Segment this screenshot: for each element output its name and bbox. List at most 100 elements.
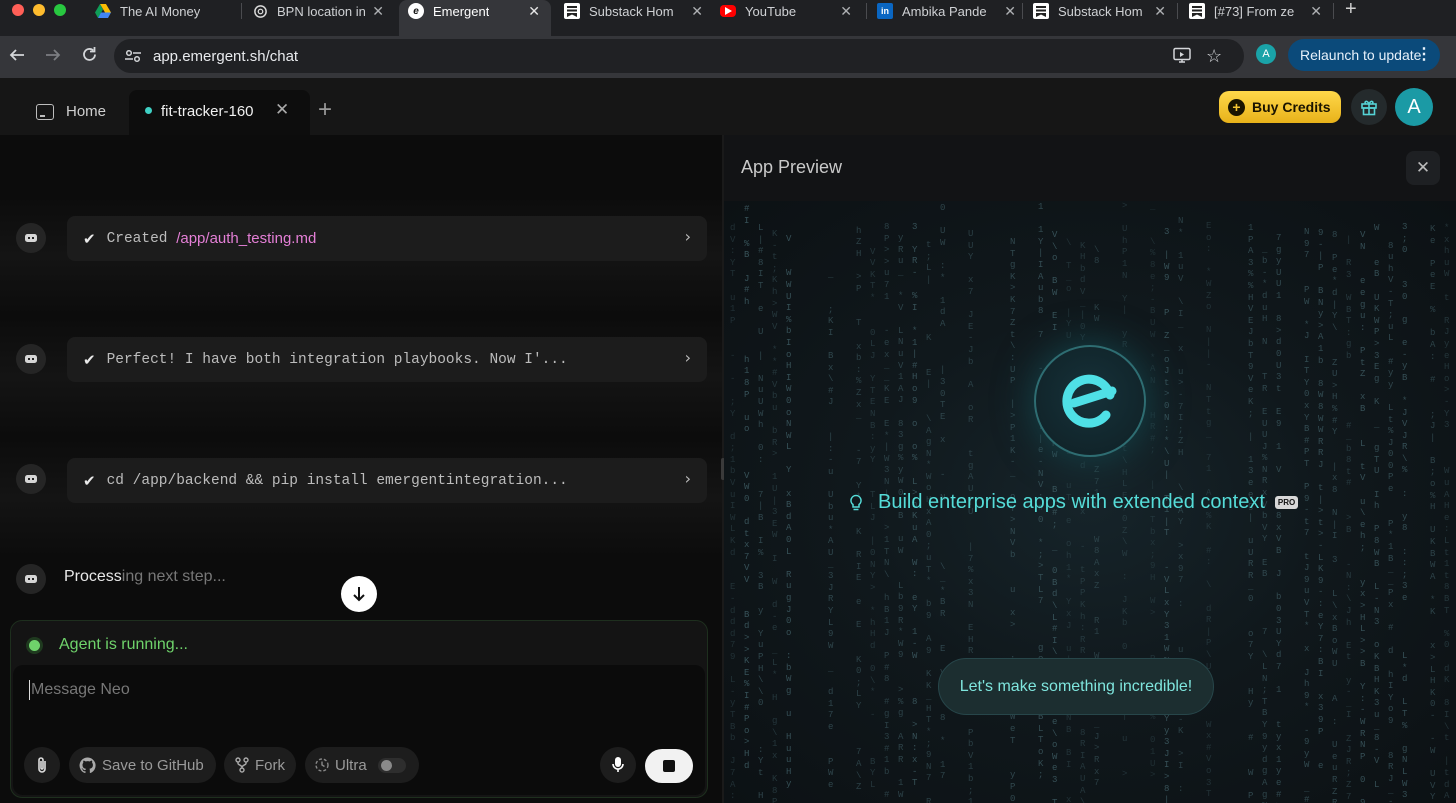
pro-badge: PRO xyxy=(1274,496,1299,509)
ultra-toggle[interactable]: Ultra xyxy=(305,747,419,783)
ultra-switch[interactable] xyxy=(378,758,406,773)
new-project-tab-icon[interactable]: + xyxy=(318,98,332,122)
agent-avatar xyxy=(16,344,46,374)
check-icon: ✔ xyxy=(83,471,96,490)
browser-tab[interactable]: [#73] From ze ✕ xyxy=(1189,0,1322,22)
attach-button[interactable] xyxy=(24,747,60,783)
agent-step-row[interactable]: ✔ cd /app/backend && pip install emergen… xyxy=(67,458,707,503)
scroll-down-button[interactable] xyxy=(341,576,377,612)
linkedin-icon: in xyxy=(877,3,893,19)
reload-icon[interactable] xyxy=(81,46,98,66)
relaunch-to-update-button[interactable]: Relaunch to update ⋮ xyxy=(1288,39,1440,71)
agent-step-row[interactable]: ✔ Created /app/auth_testing.md › xyxy=(67,216,707,261)
cast-icon[interactable] xyxy=(1173,47,1191,68)
forward-icon[interactable] xyxy=(45,47,61,66)
google-drive-icon xyxy=(95,3,111,19)
close-tab-icon[interactable]: ✕ xyxy=(1004,3,1016,20)
arrow-down-icon xyxy=(353,587,365,602)
close-tab-icon[interactable]: ✕ xyxy=(372,3,384,20)
github-icon xyxy=(79,757,96,773)
bookmark-star-icon[interactable]: ☆ xyxy=(1206,46,1222,67)
emergent-logo-icon xyxy=(1062,374,1117,428)
tab-separator xyxy=(1022,3,1023,19)
agent-step-row[interactable]: ✔ Perfect! I have both integration playb… xyxy=(67,337,707,382)
cta-button[interactable]: Let's make something incredible! xyxy=(938,658,1214,715)
processing-status: Processing next step... xyxy=(64,568,226,585)
running-indicator xyxy=(29,640,40,651)
close-tab-icon[interactable]: ✕ xyxy=(691,3,703,20)
close-preview-button[interactable]: ✕ xyxy=(1406,151,1440,185)
minimize-window-button[interactable] xyxy=(33,4,45,16)
stop-button[interactable] xyxy=(645,749,693,783)
preview-title: App Preview xyxy=(741,157,843,177)
status-dot xyxy=(145,107,152,114)
close-tab-icon[interactable]: ✕ xyxy=(1154,3,1166,20)
file-path: /app/auth_testing.md xyxy=(176,230,317,247)
youtube-icon xyxy=(720,5,736,17)
browser-tab[interactable]: BPN location in ✕ xyxy=(252,0,384,22)
message-placeholder: Message Neo xyxy=(31,681,130,698)
browser-tab[interactable]: Substack Hom ✕ xyxy=(1033,0,1166,22)
close-tab-icon[interactable]: ✕ xyxy=(1310,3,1322,20)
browser-tab-active[interactable]: e Emergent ✕ xyxy=(408,0,540,22)
browser-tab[interactable]: YouTube ✕ xyxy=(720,0,852,22)
substack-icon xyxy=(1189,3,1205,19)
robot-icon xyxy=(25,234,37,242)
browser-tab[interactable]: in Ambika Pande ✕ xyxy=(877,0,1016,22)
agent-avatar xyxy=(16,223,46,253)
check-icon: ✔ xyxy=(83,350,96,369)
preview-header: App Preview ✕ xyxy=(724,135,1456,201)
app-preview-panel: App Preview ✕ d V : Y T u 1 P - - ; Y d … xyxy=(724,135,1456,803)
emergent-logo xyxy=(1034,345,1146,457)
project-tab-label: fit-tracker-160 xyxy=(161,103,254,120)
substack-icon xyxy=(1033,3,1049,19)
site-info-icon[interactable] xyxy=(124,48,142,69)
maximize-window-button[interactable] xyxy=(54,4,66,16)
home-tab[interactable]: Home xyxy=(36,103,106,120)
text-cursor xyxy=(29,680,30,700)
close-tab-icon[interactable]: ✕ xyxy=(528,3,540,20)
openai-icon xyxy=(252,3,268,19)
close-window-button[interactable] xyxy=(12,4,24,16)
fork-button[interactable]: Fork xyxy=(224,747,296,783)
browser-tab[interactable]: Substack Hom ✕ xyxy=(564,0,703,22)
stop-icon xyxy=(663,760,675,772)
more-vertical-icon[interactable]: ⋮ xyxy=(1416,44,1432,64)
tab-separator xyxy=(1333,3,1334,19)
address-bar[interactable]: app.emergent.sh/chat ☆ xyxy=(114,39,1244,73)
emergent-icon: e xyxy=(408,3,424,19)
fork-icon xyxy=(235,757,249,773)
window-icon xyxy=(36,103,54,120)
microphone-button[interactable] xyxy=(600,747,636,783)
gift-button[interactable] xyxy=(1351,89,1387,125)
tab-separator xyxy=(1177,3,1178,19)
agent-status-text: Agent is running... xyxy=(59,636,188,653)
chevron-right-icon: › xyxy=(684,348,691,367)
close-icon: ✕ xyxy=(1415,158,1431,177)
agent-avatar xyxy=(16,464,46,494)
check-icon: ✔ xyxy=(83,229,96,248)
tab-separator xyxy=(241,3,242,19)
browser-toolbar: app.emergent.sh/chat ☆ A xyxy=(0,36,1456,78)
tab-separator xyxy=(866,3,867,19)
project-tab[interactable]: fit-tracker-160 ✕ xyxy=(129,90,310,135)
user-avatar[interactable]: A xyxy=(1395,88,1433,126)
substack-icon xyxy=(564,3,580,19)
buy-credits-button[interactable]: + Buy Credits xyxy=(1219,91,1341,123)
robot-icon xyxy=(25,355,37,363)
browser-tab[interactable]: The AI Money xyxy=(95,0,237,22)
robot-icon xyxy=(25,575,37,583)
robot-icon xyxy=(25,475,37,483)
browser-profile-avatar[interactable]: A xyxy=(1256,44,1276,64)
lightbulb-icon xyxy=(850,494,862,510)
close-tab-icon[interactable]: ✕ xyxy=(840,3,852,20)
close-tab-icon[interactable]: ✕ xyxy=(275,100,289,120)
chevron-right-icon: › xyxy=(684,469,691,488)
agent-avatar xyxy=(16,564,46,594)
plus-circle-icon: + xyxy=(1228,98,1245,116)
gift-icon xyxy=(1361,100,1377,116)
save-to-github-button[interactable]: Save to GitHub xyxy=(69,747,216,783)
back-icon[interactable] xyxy=(9,47,25,66)
url-text: app.emergent.sh/chat xyxy=(153,48,299,65)
new-tab-icon[interactable]: + xyxy=(1345,0,1357,21)
